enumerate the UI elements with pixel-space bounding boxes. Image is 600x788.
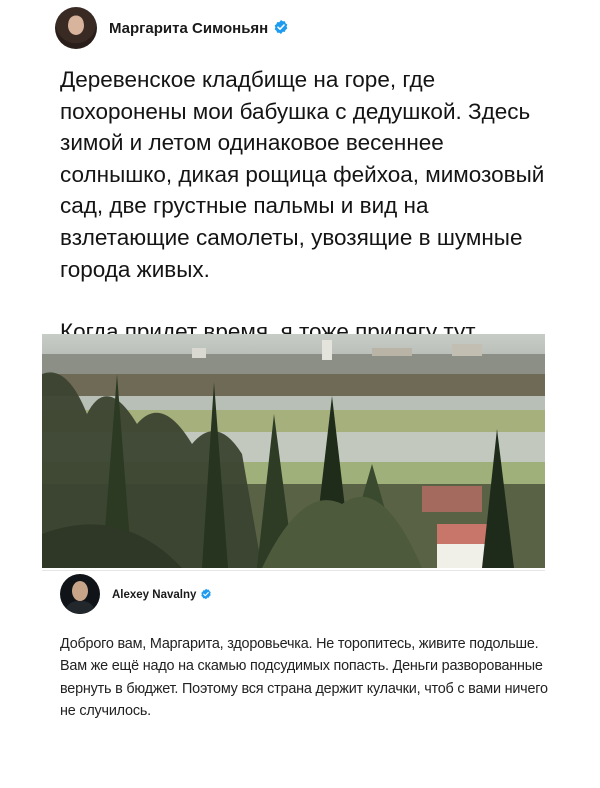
tweet-header: Маргарита Симоньян [55, 6, 289, 50]
verified-badge-icon [274, 20, 288, 34]
tweet-paragraph: Деревенское кладбище на горе, где похоро… [60, 67, 545, 282]
author-name[interactable]: Маргарита Симоньян [109, 19, 289, 37]
cemetery-landscape-image [42, 334, 545, 568]
avatar[interactable] [55, 7, 97, 49]
author-name-text[interactable]: Маргарита Симоньян [109, 20, 268, 37]
reply-header: Alexey Navalny [60, 574, 212, 614]
tweet-text: Деревенское кладбище на горе, где похоро… [60, 64, 560, 348]
divider [42, 570, 545, 571]
avatar[interactable] [60, 574, 100, 614]
author-name[interactable]: Alexey Navalny [112, 588, 212, 601]
reply-text: Доброго вам, Маргарита, здоровьечка. Не … [60, 636, 548, 720]
author-name-text[interactable]: Alexey Navalny [112, 589, 196, 601]
tweet-photo[interactable] [42, 334, 545, 568]
verified-badge-icon [201, 588, 212, 599]
